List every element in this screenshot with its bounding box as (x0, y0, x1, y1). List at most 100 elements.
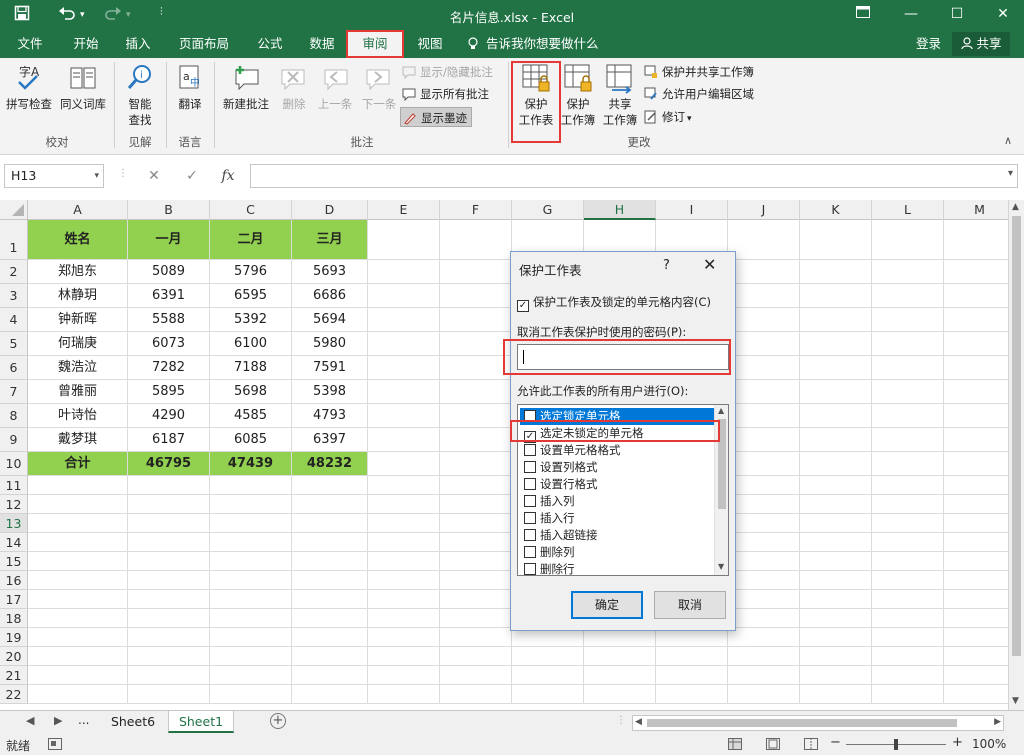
table-cell[interactable]: 6397 (292, 428, 368, 452)
cell[interactable] (944, 380, 1016, 404)
cell[interactable] (800, 685, 872, 704)
close-icon[interactable]: ✕ (703, 255, 716, 274)
table-header-cell[interactable]: 二月 (210, 220, 292, 260)
cell[interactable] (656, 666, 728, 685)
checkbox[interactable] (524, 512, 536, 524)
page-layout-view-icon[interactable] (766, 738, 780, 753)
cell[interactable] (800, 609, 872, 628)
minimize-icon[interactable]: — (900, 4, 922, 24)
table-cell[interactable]: 4793 (292, 404, 368, 428)
cell[interactable] (728, 428, 800, 452)
cell[interactable] (292, 571, 368, 590)
cell[interactable] (800, 284, 872, 308)
checkbox[interactable] (524, 546, 536, 558)
cell[interactable] (512, 647, 584, 666)
cell[interactable] (28, 495, 128, 514)
smart-lookup-button[interactable]: i 智能 查找 (118, 62, 162, 128)
cell[interactable] (728, 628, 800, 647)
scroll-left-icon[interactable]: ◀ (635, 717, 642, 727)
cell[interactable] (872, 514, 944, 533)
table-cell[interactable]: 4585 (210, 404, 292, 428)
cell[interactable] (944, 514, 1016, 533)
cell[interactable] (728, 452, 800, 476)
column-header-g[interactable]: G (512, 200, 584, 220)
table-cell[interactable]: 7188 (210, 356, 292, 380)
cell[interactable] (128, 647, 210, 666)
formula-input[interactable]: ▾ (250, 164, 1018, 188)
share-workbook-button[interactable]: 共享 工作簿 (600, 62, 640, 128)
zoom-slider-thumb[interactable] (894, 739, 898, 750)
drag-handle-icon[interactable]: ⋮ (118, 168, 128, 179)
cell[interactable] (800, 552, 872, 571)
zoom-out-icon[interactable]: − (830, 735, 841, 750)
table-cell[interactable]: 5693 (292, 260, 368, 284)
row-header-7[interactable]: 7 (0, 380, 28, 404)
cell[interactable] (28, 514, 128, 533)
table-cell[interactable]: 5089 (128, 260, 210, 284)
row-header-9[interactable]: 9 (0, 428, 28, 452)
table-cell[interactable]: 6073 (128, 332, 210, 356)
column-header-a[interactable]: A (28, 200, 128, 220)
cell[interactable] (872, 284, 944, 308)
row-header-13[interactable]: 13 (0, 514, 28, 533)
cell[interactable] (28, 571, 128, 590)
table-cell[interactable]: 6187 (128, 428, 210, 452)
table-cell[interactable]: 6100 (210, 332, 292, 356)
permission-option[interactable]: 删除行 (520, 561, 716, 575)
scroll-tabs-right-icon[interactable]: ▶ (54, 714, 62, 727)
cell[interactable] (292, 609, 368, 628)
tell-me-box[interactable]: 告诉我你想要做什么 (468, 30, 599, 58)
ribbon-display-icon[interactable] (852, 4, 874, 24)
cell[interactable] (800, 495, 872, 514)
cell[interactable] (800, 571, 872, 590)
cell[interactable] (872, 647, 944, 666)
select-all-corner[interactable] (0, 200, 28, 220)
cell[interactable] (800, 590, 872, 609)
permission-option[interactable]: 插入超链接 (520, 527, 716, 544)
cell[interactable] (128, 476, 210, 495)
macro-record-icon[interactable] (48, 738, 62, 753)
cell[interactable] (440, 533, 512, 552)
protect-share-button[interactable]: 保护并共享工作簿 (644, 62, 754, 82)
cell[interactable] (368, 356, 440, 380)
cell[interactable] (512, 685, 584, 704)
cell[interactable] (440, 628, 512, 647)
cell[interactable] (728, 666, 800, 685)
row-header-21[interactable]: 21 (0, 666, 28, 685)
expand-formula-icon[interactable]: ▾ (1008, 168, 1013, 179)
more-sheets-button[interactable]: ... (78, 713, 89, 727)
table-cell[interactable]: 钟新晖 (28, 308, 128, 332)
zoom-slider[interactable] (846, 739, 946, 750)
cell[interactable] (944, 628, 1016, 647)
column-header-k[interactable]: K (800, 200, 872, 220)
cell[interactable] (728, 571, 800, 590)
cell[interactable] (728, 609, 800, 628)
show-all-comments-button[interactable]: 显示所有批注 (402, 84, 489, 104)
tab-view[interactable]: 视图 (408, 30, 452, 58)
cell[interactable] (872, 533, 944, 552)
cell[interactable] (292, 647, 368, 666)
table-cell[interactable]: 5895 (128, 380, 210, 404)
cell[interactable] (800, 260, 872, 284)
cell[interactable] (210, 609, 292, 628)
column-header-j[interactable]: J (728, 200, 800, 220)
row-header-2[interactable]: 2 (0, 260, 28, 284)
scroll-down-icon[interactable]: ▼ (718, 562, 724, 571)
cell[interactable] (944, 356, 1016, 380)
table-cell[interactable]: 5694 (292, 308, 368, 332)
cell[interactable] (292, 552, 368, 571)
help-icon[interactable]: ? (663, 258, 670, 273)
cell[interactable] (440, 514, 512, 533)
table-cell[interactable]: 5698 (210, 380, 292, 404)
cell[interactable] (944, 647, 1016, 666)
cell[interactable] (292, 533, 368, 552)
cell[interactable] (28, 552, 128, 571)
tab-page-layout[interactable]: 页面布局 (172, 30, 236, 58)
cell[interactable] (944, 685, 1016, 704)
row-header-8[interactable]: 8 (0, 404, 28, 428)
cell[interactable] (28, 609, 128, 628)
permission-option[interactable]: 设置行格式 (520, 476, 716, 493)
checkbox[interactable] (524, 563, 536, 575)
cell[interactable] (128, 533, 210, 552)
cell[interactable] (800, 647, 872, 666)
